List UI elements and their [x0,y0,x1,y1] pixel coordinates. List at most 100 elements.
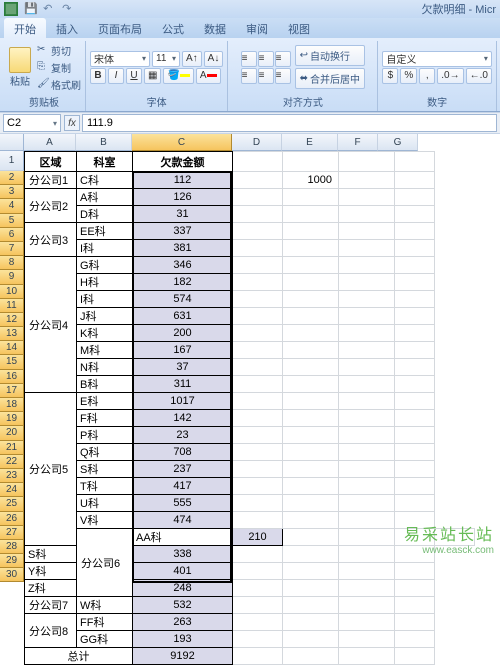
cell[interactable]: 科室 [77,152,133,172]
cell[interactable] [233,189,283,206]
cell-dept[interactable]: A科 [77,189,133,206]
cell-dept[interactable]: W科 [77,597,133,614]
cell[interactable] [233,257,283,274]
cell[interactable] [395,291,435,308]
cell[interactable] [339,631,395,648]
save-icon[interactable]: 💾 [24,2,38,16]
cell[interactable]: 1000 [283,172,339,189]
cell[interactable] [283,410,339,427]
cell[interactable] [283,631,339,648]
cell[interactable] [283,223,339,240]
currency-button[interactable]: $ [382,68,398,84]
cell[interactable] [283,597,339,614]
cell-dept[interactable]: I科 [77,291,133,308]
cell[interactable] [339,308,395,325]
cell-region[interactable]: 分公司8 [25,614,77,648]
cell[interactable] [339,152,395,172]
cell[interactable] [283,648,339,665]
cell[interactable] [233,274,283,291]
tab-开始[interactable]: 开始 [4,18,46,38]
cell-amount[interactable]: 263 [133,614,233,631]
cell-region[interactable]: 分公司4 [25,257,77,393]
cell[interactable] [339,478,395,495]
row-header[interactable]: 20 [0,426,24,440]
cell-amount[interactable]: 555 [133,495,233,512]
quick-access-toolbar[interactable]: 💾 ↶ ↷ [24,2,78,16]
cell[interactable] [339,291,395,308]
align-center-button[interactable]: ≡ [258,68,274,84]
number-format-select[interactable]: 自定义 [382,51,492,67]
cell[interactable] [395,631,435,648]
cell[interactable] [233,172,283,189]
cell-amount[interactable]: 338 [133,546,233,563]
cell-dept[interactable]: E科 [77,393,133,410]
cell[interactable] [283,342,339,359]
cell[interactable] [283,461,339,478]
cell-amount[interactable]: 167 [133,342,233,359]
cell[interactable] [395,478,435,495]
cell[interactable] [233,240,283,257]
cell[interactable] [339,461,395,478]
cell-amount[interactable]: 311 [133,376,233,393]
cut-button[interactable]: ✂剪切 [37,43,81,58]
col-header-A[interactable]: A [24,134,76,151]
cell[interactable]: 欠款金额 [133,152,233,172]
cell[interactable] [283,444,339,461]
align-bottom-button[interactable]: ≡ [275,51,291,67]
cell-amount[interactable]: 474 [133,512,233,529]
cells-grid[interactable]: 区域科室欠款金额分公司1C科1121000分公司2A科126D科31分公司3EE… [24,151,475,665]
cell[interactable]: 区域 [25,152,77,172]
cell-region[interactable]: 分公司3 [25,223,77,257]
cell-dept[interactable]: J科 [77,308,133,325]
fill-color-button[interactable]: 🪣 [163,68,193,84]
cell-amount[interactable]: 1017 [133,393,233,410]
tab-视图[interactable]: 视图 [278,18,320,38]
cell[interactable] [233,563,283,580]
cell[interactable] [395,563,435,580]
row-header[interactable]: 14 [0,341,24,355]
cell[interactable] [395,495,435,512]
cell[interactable] [395,410,435,427]
cell-amount[interactable]: 112 [133,172,233,189]
cell[interactable] [339,580,395,597]
row-header[interactable]: 22 [0,455,24,469]
cell[interactable] [283,393,339,410]
col-header-G[interactable]: G [378,134,418,151]
cell[interactable] [233,393,283,410]
row-header[interactable]: 18 [0,398,24,412]
cell-region[interactable]: 分公司1 [25,172,77,189]
col-header-F[interactable]: F [338,134,378,151]
cell[interactable] [395,342,435,359]
cell[interactable] [339,240,395,257]
cell-dept[interactable]: I科 [77,240,133,257]
tab-公式[interactable]: 公式 [152,18,194,38]
cell[interactable] [395,274,435,291]
cell-dept[interactable]: AA科 [133,529,233,546]
cell-amount[interactable]: 31 [133,206,233,223]
cell[interactable] [339,614,395,631]
row-header[interactable]: 9 [0,270,24,284]
cell[interactable] [233,152,283,172]
cell-amount[interactable]: 574 [133,291,233,308]
cell[interactable] [339,257,395,274]
row-header[interactable]: 12 [0,313,24,327]
cell-total-value[interactable]: 9192 [133,648,233,665]
row-header[interactable]: 6 [0,228,24,242]
cell-dept[interactable]: Y科 [25,563,77,580]
align-left-button[interactable]: ≡ [241,68,257,84]
cell-amount[interactable]: 532 [133,597,233,614]
cell[interactable] [395,240,435,257]
cell-dept[interactable]: B科 [77,376,133,393]
comma-button[interactable]: , [419,68,435,84]
cell[interactable] [395,427,435,444]
cell[interactable] [395,444,435,461]
cell[interactable] [395,172,435,189]
cell[interactable] [233,410,283,427]
undo-icon[interactable]: ↶ [43,2,57,16]
cell-amount[interactable]: 23 [133,427,233,444]
cell[interactable] [339,648,395,665]
cell[interactable] [339,597,395,614]
cell[interactable] [283,152,339,172]
cell[interactable] [339,563,395,580]
align-right-button[interactable]: ≡ [275,68,291,84]
